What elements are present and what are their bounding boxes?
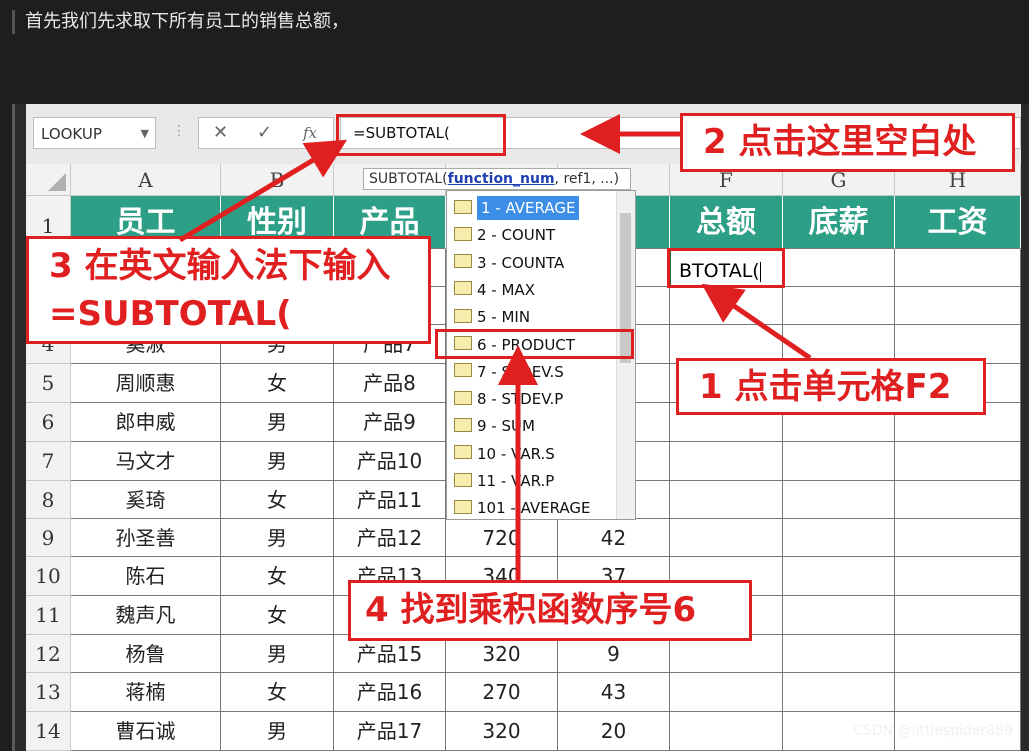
watermark: CSDN @littlespider889 (853, 723, 1013, 739)
arrow-step1 (701, 283, 812, 361)
arrow-step3 (178, 139, 348, 243)
annotation-arrows (178, 114, 812, 580)
